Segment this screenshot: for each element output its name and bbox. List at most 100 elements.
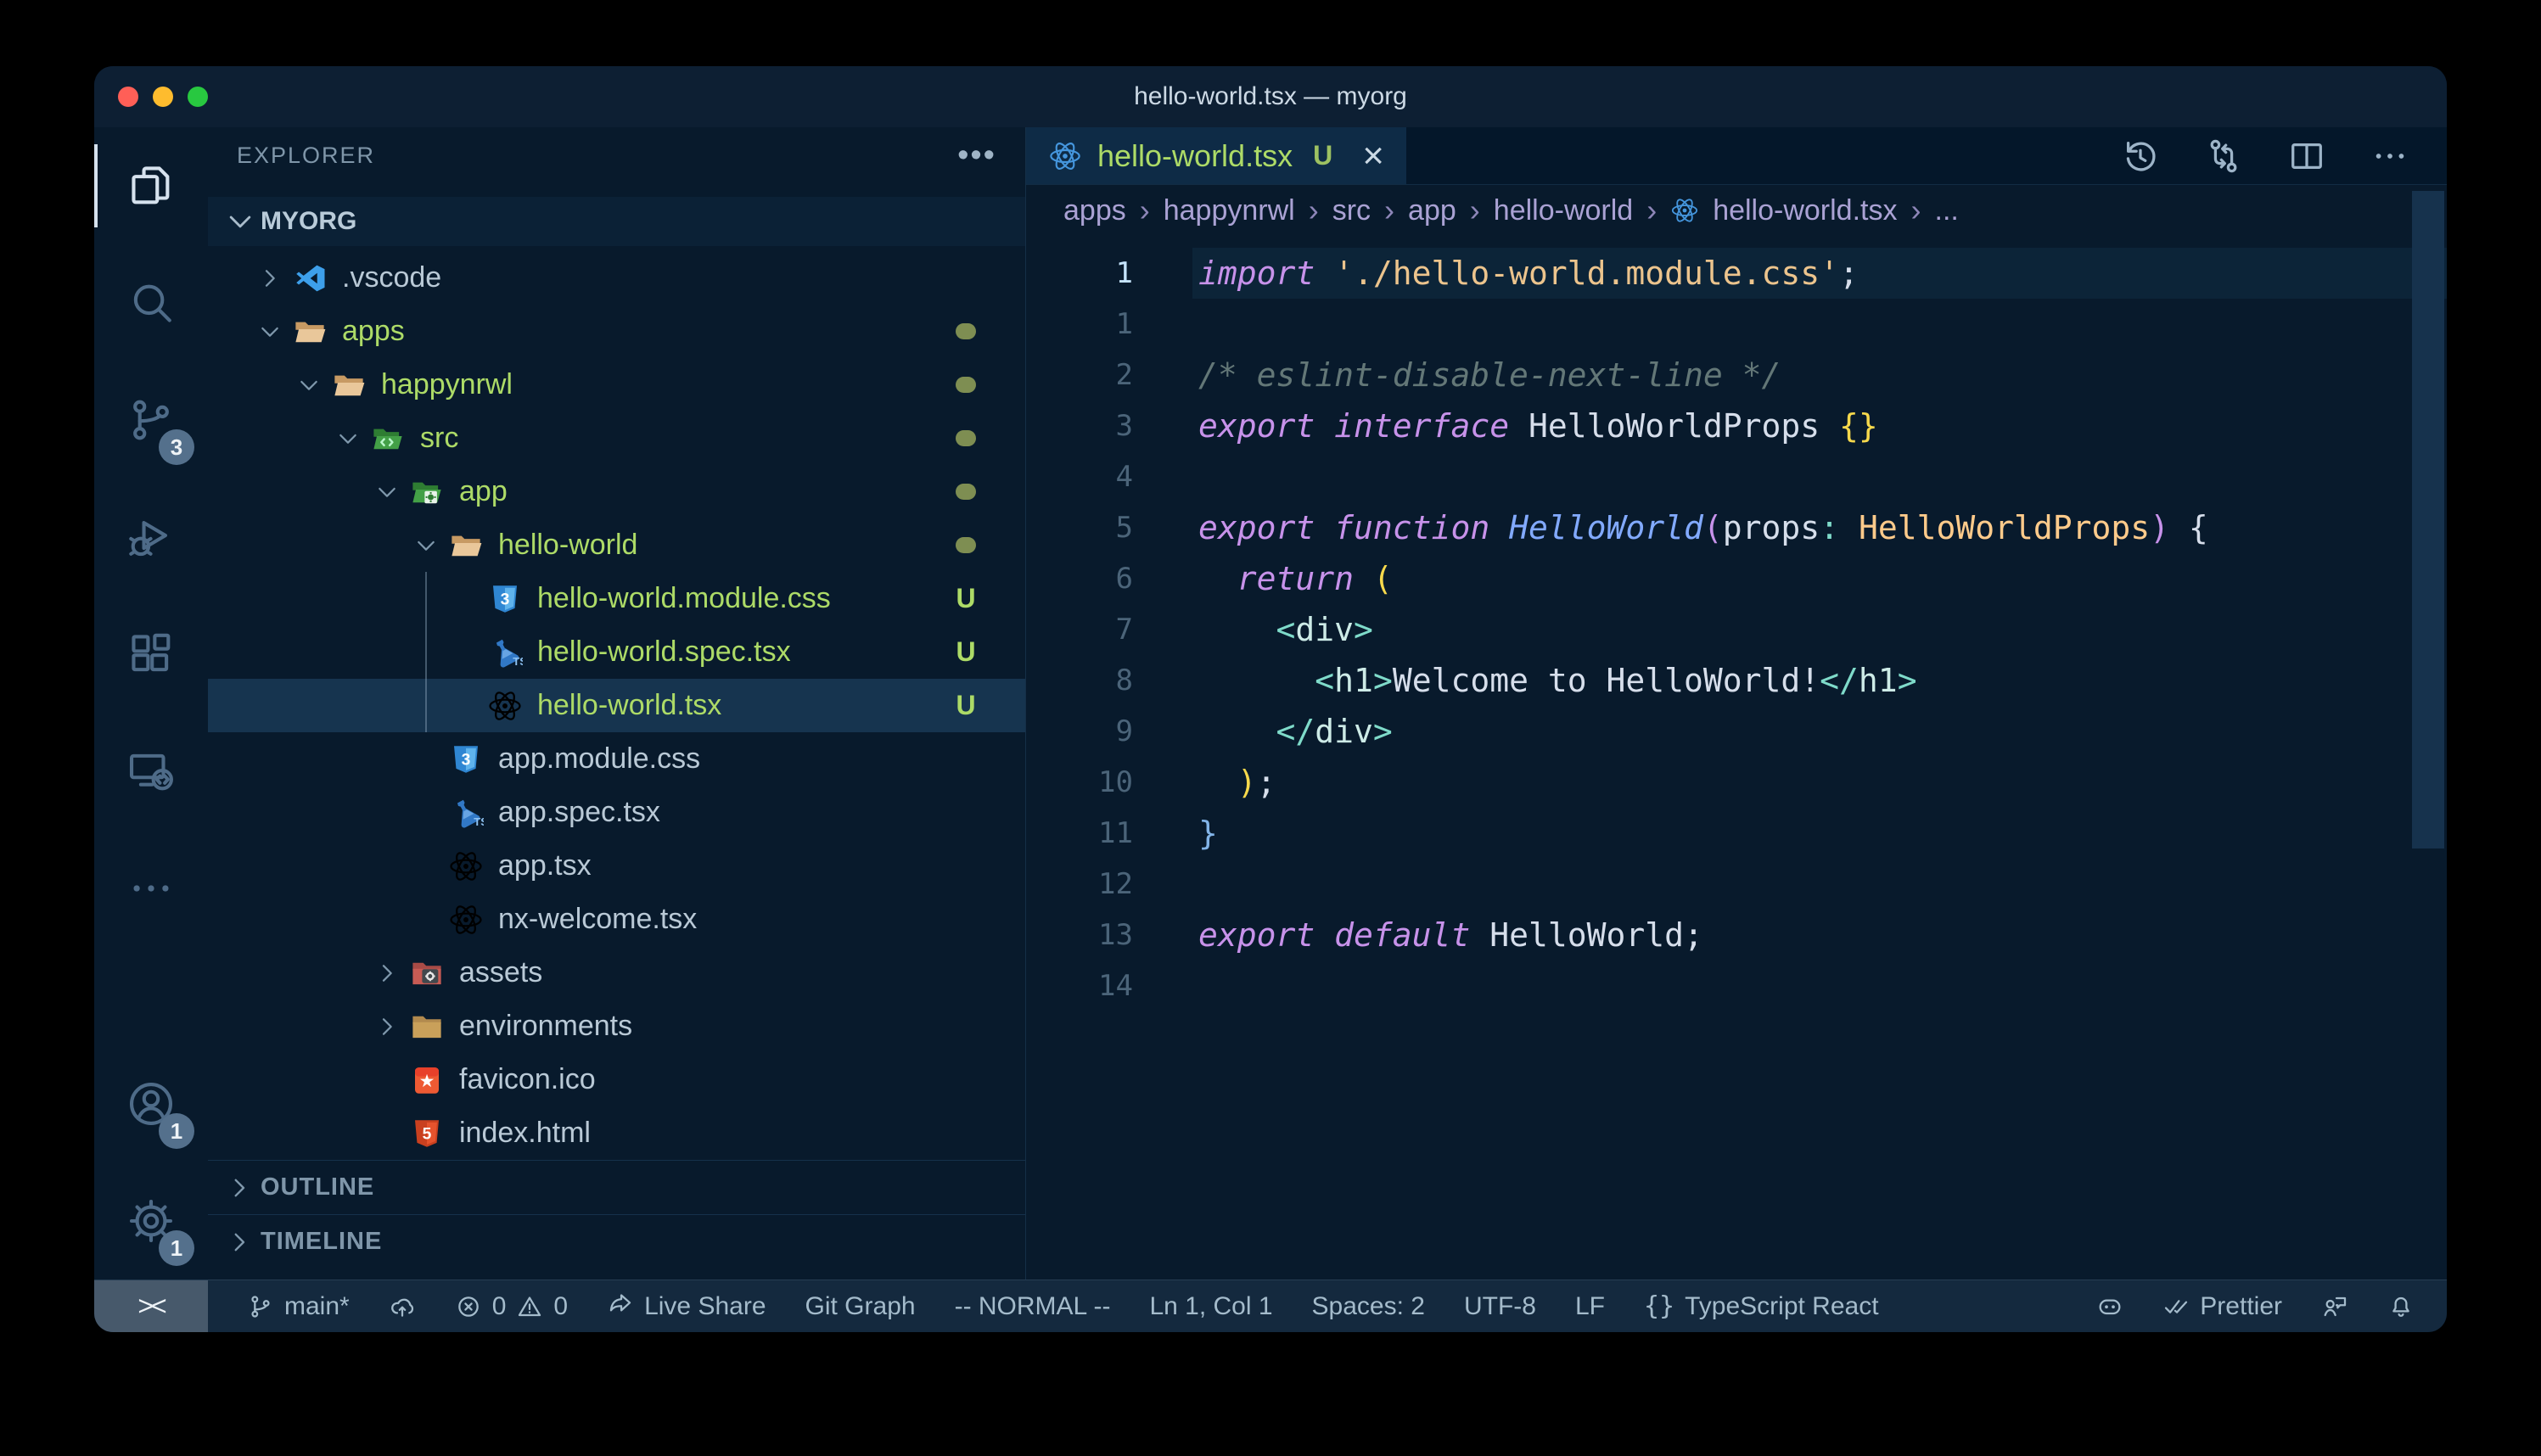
- tree-item-hello-world[interactable]: hello-world: [208, 518, 1025, 572]
- code-line-4[interactable]: 3export interface HelloWorldProps {}: [1026, 400, 2447, 451]
- activity-accounts-button[interactable]: 1: [94, 1045, 208, 1162]
- code-line-5[interactable]: 4: [1026, 451, 2447, 502]
- tree-item-app.module.css[interactable]: 3app.module.css: [208, 732, 1025, 786]
- code-line-12[interactable]: 11}: [1026, 808, 2447, 859]
- code-line-11[interactable]: 10 );: [1026, 757, 2447, 808]
- status-eol[interactable]: LF: [1575, 1292, 1605, 1321]
- breadcrumb-symbol[interactable]: ...: [1935, 194, 1959, 227]
- tree-item-happynrwl[interactable]: happynrwl: [208, 358, 1025, 412]
- minimize-window-button[interactable]: [153, 87, 173, 107]
- editor-scrollbar[interactable]: [2412, 191, 2444, 848]
- breadcrumb-file[interactable]: hello-world.tsx: [1713, 194, 1897, 227]
- tree-item-hello-world.spec.tsx[interactable]: TShello-world.spec.tsxU: [208, 625, 1025, 679]
- test-icon: TS: [485, 634, 525, 671]
- open-timeline-icon[interactable]: [2121, 137, 2160, 176]
- tree-item-app.tsx[interactable]: app.tsx: [208, 839, 1025, 893]
- test-icon: TS: [446, 794, 486, 832]
- code-line-9[interactable]: 8 <h1>Welcome to HelloWorld!</h1>: [1026, 655, 2447, 706]
- activity-explorer-button[interactable]: [94, 127, 208, 244]
- breadcrumb-src[interactable]: src: [1332, 194, 1371, 227]
- tree-item-favicon.ico[interactable]: ★favicon.ico: [208, 1053, 1025, 1106]
- status-git-graph[interactable]: Git Graph: [805, 1292, 916, 1321]
- panel-outline[interactable]: OUTLINE: [208, 1160, 1025, 1214]
- chevron-down-icon[interactable]: [367, 473, 407, 512]
- tree-item-label: src: [420, 422, 458, 455]
- tree-item-label: happynrwl: [381, 368, 513, 401]
- status-live-share[interactable]: Live Share: [607, 1292, 766, 1321]
- git-branch-icon: [247, 1293, 274, 1320]
- activity-search-button[interactable]: [94, 244, 208, 361]
- panel-timeline[interactable]: TIMELINE: [208, 1214, 1025, 1268]
- close-window-button[interactable]: [118, 87, 138, 107]
- explorer-more-actions-icon[interactable]: •••: [957, 147, 996, 164]
- activity-settings-button[interactable]: 1: [94, 1162, 208, 1280]
- chevron-down-icon[interactable]: [328, 419, 367, 458]
- chevron-right-icon[interactable]: [250, 259, 289, 298]
- activity-source-control-button[interactable]: 3: [94, 361, 208, 479]
- breadcrumb-hello-world[interactable]: hello-world: [1494, 194, 1633, 227]
- breadcrumb-happynrwl[interactable]: happynrwl: [1164, 194, 1295, 227]
- tree-item-environments[interactable]: environments: [208, 1000, 1025, 1053]
- code-line-14[interactable]: 13export default HelloWorld;: [1026, 910, 2447, 960]
- status-sync[interactable]: [389, 1293, 416, 1320]
- chevron-right-icon[interactable]: [367, 954, 407, 993]
- status-encoding[interactable]: UTF-8: [1464, 1292, 1536, 1321]
- warning-icon: [516, 1293, 543, 1320]
- split-editor-icon[interactable]: [2287, 137, 2326, 176]
- tree-item-app.spec.tsx[interactable]: TSapp.spec.tsx: [208, 786, 1025, 839]
- code-line-1[interactable]: 1import './hello-world.module.css';: [1026, 248, 2447, 299]
- tree-item-apps[interactable]: apps: [208, 305, 1025, 358]
- status-copilot[interactable]: [2096, 1293, 2123, 1320]
- tree-item-assets[interactable]: assets: [208, 946, 1025, 1000]
- more-actions-icon[interactable]: [2370, 137, 2409, 176]
- status-feedback[interactable]: [2321, 1293, 2348, 1320]
- code-line-8[interactable]: 7 <div>: [1026, 604, 2447, 655]
- code-line-10[interactable]: 9 </div>: [1026, 706, 2447, 757]
- tree-item-hello-world.module.css[interactable]: 3hello-world.module.cssU: [208, 572, 1025, 625]
- status-problems[interactable]: 0 0: [455, 1292, 568, 1321]
- code-line-15[interactable]: 14: [1026, 960, 2447, 1011]
- copilot-icon: [2096, 1293, 2123, 1320]
- code-editor[interactable]: 1import './hello-world.module.css';12/* …: [1026, 236, 2447, 1280]
- activity-remote-explorer-button[interactable]: [94, 713, 208, 830]
- code-line-2[interactable]: 1: [1026, 299, 2447, 350]
- activity-more-button[interactable]: [94, 830, 208, 947]
- activity-run-and-debug-button[interactable]: [94, 479, 208, 596]
- breadcrumb-app[interactable]: app: [1408, 194, 1456, 227]
- chevron-right-icon[interactable]: [367, 1007, 407, 1046]
- close-tab-icon[interactable]: ×: [1362, 137, 1384, 175]
- status-indentation[interactable]: Spaces: 2: [1312, 1292, 1425, 1321]
- remote-indicator[interactable]: ><: [94, 1280, 208, 1332]
- tree-item-label: environments: [459, 1010, 632, 1043]
- window-title: hello-world.tsx — myorg: [1134, 82, 1407, 111]
- breadcrumb-apps[interactable]: apps: [1063, 194, 1126, 227]
- tab-hello-world-tsx[interactable]: hello-world.tsx U ×: [1026, 127, 1406, 184]
- tree-item-nx-welcome.tsx[interactable]: nx-welcome.tsx: [208, 893, 1025, 946]
- status-cursor-position[interactable]: Ln 1, Col 1: [1149, 1292, 1272, 1321]
- tree-item-app[interactable]: app: [208, 465, 1025, 518]
- tree-item-index.html[interactable]: 5index.html: [208, 1106, 1025, 1160]
- folder-open-icon: [289, 313, 330, 350]
- maximize-window-button[interactable]: [188, 87, 208, 107]
- code-line-6[interactable]: 5export function HelloWorld(props: Hello…: [1026, 502, 2447, 553]
- code-line-13[interactable]: 12: [1026, 859, 2447, 910]
- folder-open-icon: [328, 367, 369, 404]
- chevron-down-icon[interactable]: [289, 366, 328, 405]
- status-prettier[interactable]: Prettier: [2162, 1292, 2282, 1321]
- tree-item-src[interactable]: src: [208, 412, 1025, 465]
- workspace-section-header[interactable]: MYORG: [208, 197, 1025, 246]
- status-branch[interactable]: main*: [247, 1292, 350, 1321]
- git-status-badge: [940, 484, 991, 500]
- code-line-3[interactable]: 2/* eslint-disable-next-line */: [1026, 350, 2447, 400]
- status-language[interactable]: {} TypeScript React: [1644, 1291, 1879, 1321]
- chevron-placeholder: [367, 1114, 407, 1153]
- tree-item-hello-world.tsx[interactable]: hello-world.tsxU: [208, 679, 1025, 732]
- activity-extensions-button[interactable]: [94, 596, 208, 713]
- chevron-down-icon[interactable]: [250, 312, 289, 351]
- chevron-down-icon[interactable]: [407, 526, 446, 565]
- open-changes-icon[interactable]: [2204, 137, 2243, 176]
- status-notifications[interactable]: [2387, 1293, 2415, 1320]
- tree-item-.vscode[interactable]: .vscode: [208, 251, 1025, 305]
- status-vim-mode[interactable]: -- NORMAL --: [955, 1292, 1111, 1321]
- code-line-7[interactable]: 6 return (: [1026, 553, 2447, 604]
